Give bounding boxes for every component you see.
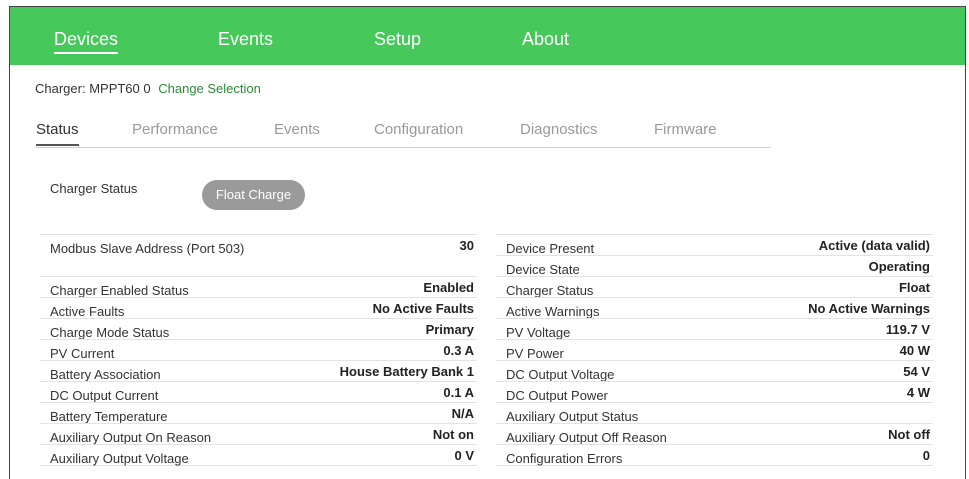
row-value: Enabled xyxy=(423,280,474,295)
table-row: Active Faults No Active Faults xyxy=(40,297,477,319)
row-value: 4 W xyxy=(906,385,930,400)
table-row: Active Warnings No Active Warnings xyxy=(496,297,933,319)
charger-status-label: Charger Status xyxy=(50,181,138,196)
table-row: Auxiliary Output Status xyxy=(496,402,933,424)
tab-configuration[interactable]: Configuration xyxy=(374,121,463,138)
left-status-table: Modbus Slave Address (Port 503) 30 Charg… xyxy=(40,234,477,466)
right-status-table: Device Present Active (data valid) Devic… xyxy=(496,234,933,466)
row-value: 0.1 A xyxy=(443,385,474,400)
app-frame: Devices Events Setup About Charger: MPPT… xyxy=(9,6,966,479)
tab-performance[interactable]: Performance xyxy=(132,121,218,138)
row-label: Modbus Slave Address (Port 503) xyxy=(50,241,245,256)
table-row: Modbus Slave Address (Port 503) 30 xyxy=(40,234,477,276)
tab-firmware[interactable]: Firmware xyxy=(654,121,717,138)
tab-bar: Status Performance Events Configuration … xyxy=(36,121,771,148)
row-label: Auxiliary Output Voltage xyxy=(50,451,189,466)
row-value: Not off xyxy=(888,427,930,442)
charger-status-badge: Float Charge xyxy=(202,180,305,210)
row-value: Primary xyxy=(425,322,474,337)
row-value: 0 V xyxy=(454,448,474,463)
table-row: Device Present Active (data valid) xyxy=(496,234,933,256)
table-row: Charger Status Float xyxy=(496,276,933,298)
table-row: PV Voltage 119.7 V xyxy=(496,318,933,340)
table-row: Charger Enabled Status Enabled xyxy=(40,276,477,298)
tab-diagnostics[interactable]: Diagnostics xyxy=(520,121,598,138)
tab-status[interactable]: Status xyxy=(36,121,79,146)
change-selection-link[interactable]: Change Selection xyxy=(158,81,261,96)
row-value: House Battery Bank 1 xyxy=(339,364,474,379)
row-value: No Active Warnings xyxy=(808,301,930,316)
row-label: Configuration Errors xyxy=(506,451,623,466)
table-row: Auxiliary Output Off Reason Not off xyxy=(496,423,933,445)
row-value: Float xyxy=(898,280,930,295)
row-value: N/A xyxy=(451,406,474,421)
row-value: 0.3 A xyxy=(443,343,474,358)
top-navbar: Devices Events Setup About xyxy=(10,7,965,65)
table-row: Charge Mode Status Primary xyxy=(40,318,477,340)
table-row: Battery Association House Battery Bank 1 xyxy=(40,360,477,382)
table-row: Battery Temperature N/A xyxy=(40,402,477,424)
nav-devices[interactable]: Devices xyxy=(54,29,119,54)
row-value: 54 V xyxy=(903,364,930,379)
table-row: Auxiliary Output On Reason Not on xyxy=(40,423,477,445)
charger-label: Charger: MPPT60 0 xyxy=(35,81,151,96)
row-value: No Active Faults xyxy=(372,301,474,316)
charger-selection: Charger: MPPT60 0 Change Selection xyxy=(35,81,261,96)
row-value: Operating xyxy=(868,259,930,274)
row-value: 30 xyxy=(459,238,474,253)
table-row: Device State Operating xyxy=(496,255,933,277)
nav-events[interactable]: Events xyxy=(218,29,273,50)
row-value: 40 W xyxy=(899,343,930,358)
tab-events[interactable]: Events xyxy=(274,121,320,138)
row-value: 0 xyxy=(922,448,930,463)
row-value: 119.7 V xyxy=(885,322,930,337)
table-row: DC Output Voltage 54 V xyxy=(496,360,933,382)
table-row: DC Output Current 0.1 A xyxy=(40,381,477,403)
row-value: Not on xyxy=(432,427,474,442)
table-row: PV Current 0.3 A xyxy=(40,339,477,361)
row-value: Active (data valid) xyxy=(818,238,930,253)
table-row: PV Power 40 W xyxy=(496,339,933,361)
nav-setup[interactable]: Setup xyxy=(374,29,421,50)
nav-about[interactable]: About xyxy=(522,29,569,50)
table-row: Configuration Errors 0 xyxy=(496,444,933,466)
table-row: Auxiliary Output Voltage 0 V xyxy=(40,444,477,466)
table-row: DC Output Power 4 W xyxy=(496,381,933,403)
